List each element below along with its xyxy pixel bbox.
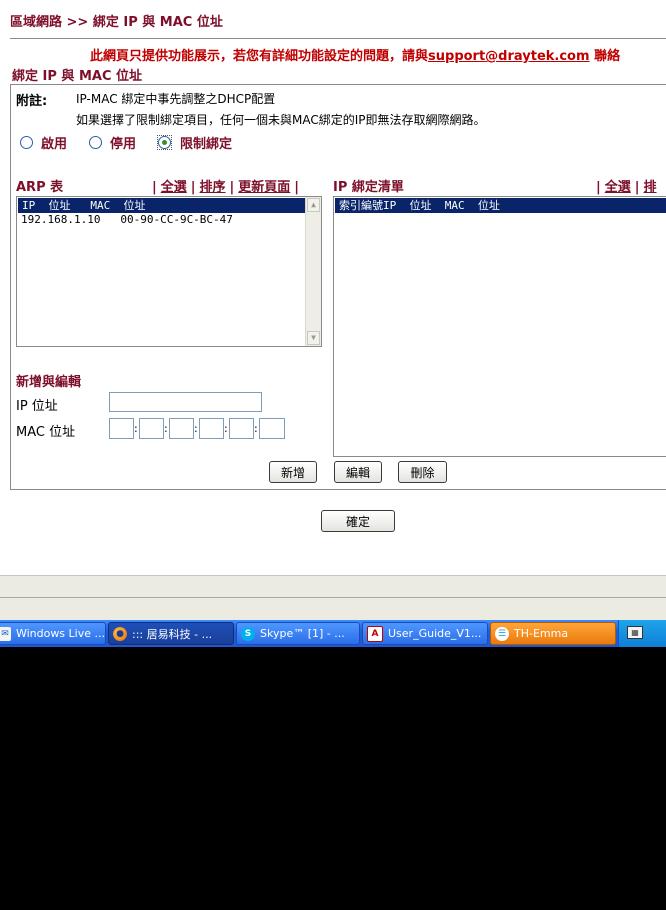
ip-address-label: IP 位址 [16, 399, 58, 414]
radio-circle-icon [89, 135, 102, 149]
browser-status-bar [0, 597, 666, 621]
keyboard-icon[interactable]: ▦ [627, 626, 643, 639]
chat-icon: ☰ [495, 626, 509, 641]
notice-suffix: 聯絡 [589, 49, 621, 64]
mac-separator: : [194, 422, 198, 435]
radio-disable-label: 停用 [110, 136, 137, 152]
browser-bottom-area [0, 575, 666, 598]
taskbar-item-windows-live[interactable]: ✉ Windows Live ... [0, 622, 106, 645]
taskbar-item-label: Skype™ [1] - ... [260, 627, 345, 640]
mac-octet-1-input[interactable] [109, 418, 134, 439]
windows-taskbar: ✉ Windows Live ... ● ::: 居易科技 - ... S Sk… [0, 620, 666, 647]
add-button[interactable]: 新增 [269, 461, 317, 483]
binding-list-links: | 全選 | 排 [596, 180, 657, 195]
divider [10, 38, 666, 39]
mac-separator: : [164, 422, 168, 435]
binding-listbox[interactable]: 索引編號IP 位址 MAC 位址 [333, 196, 666, 457]
binding-list-title: IP 綁定清單 [333, 180, 404, 195]
taskbar-item-th-emma[interactable]: ☰ TH-Emma [490, 622, 616, 645]
arp-scrollbar[interactable]: ▲ ▼ [305, 197, 321, 346]
note-line-1: IP-MAC 綁定中事先調整之DHCP配置 [76, 92, 276, 106]
arp-sort-link[interactable]: 排序 [200, 180, 226, 195]
scroll-down-arrow-icon[interactable]: ▼ [307, 331, 320, 345]
mac-separator: : [134, 422, 138, 435]
arp-select-all-link[interactable]: 全選 [161, 180, 187, 195]
pdf-icon: A [367, 625, 383, 642]
taskbar-item-skype[interactable]: S Skype™ [1] - ... [236, 622, 360, 645]
mac-octet-5-input[interactable] [229, 418, 254, 439]
scroll-up-arrow-icon[interactable]: ▲ [307, 198, 320, 212]
mac-octet-2-input[interactable] [139, 418, 164, 439]
add-edit-title: 新增與編輯 [16, 375, 82, 390]
focus-ring [157, 134, 172, 150]
radio-disable[interactable]: 停用 [89, 134, 137, 152]
radio-strict-bind[interactable]: 限制綁定 [157, 134, 233, 152]
mac-separator: : [254, 422, 258, 435]
system-tray: ▦ [618, 620, 666, 647]
binding-sort-link[interactable]: 排 [644, 180, 657, 195]
taskbar-item-label: User_Guide_V1... [388, 627, 482, 640]
windows-live-icon: ✉ [0, 626, 11, 641]
mac-address-label: MAC 位址 [16, 425, 76, 440]
mac-octet-4-input[interactable] [199, 418, 224, 439]
taskbar-item-user-guide[interactable]: A User_Guide_V1... [362, 622, 488, 645]
radio-circle-icon [20, 135, 33, 149]
arp-table-title: ARP 表 [16, 180, 64, 195]
taskbar-item-label: TH-Emma [514, 627, 569, 640]
binding-select-all-link[interactable]: 全選 [605, 180, 631, 195]
note-label: 附註: [16, 94, 48, 109]
radio-strict-bind-label: 限制綁定 [180, 136, 233, 152]
notice-text: 此網頁只提供功能展示，若您有詳細功能設定的問題，請與 [90, 49, 429, 64]
taskbar-item-firefox[interactable]: ● ::: 居易科技 - ... [108, 622, 234, 645]
skype-icon: S [241, 626, 255, 641]
ip-address-input[interactable] [109, 392, 262, 412]
edit-button[interactable]: 編輯 [334, 461, 382, 483]
arp-list-row[interactable]: 192.168.1.10 00-90-CC-9C-BC-47 [17, 213, 321, 227]
arp-list-header[interactable]: IP 位址 MAC 位址 [18, 198, 305, 213]
note-line-2: 如果選擇了限制綁定項目，任何一個未與MAC綁定的IP即無法存取網際網路。 [76, 113, 486, 127]
radio-enable-label: 啟用 [41, 136, 68, 152]
breadcrumb: 區域網路 >> 綁定 IP 與 MAC 位址 [10, 15, 223, 30]
radio-enable[interactable]: 啟用 [20, 134, 68, 152]
firefox-icon: ● [113, 626, 127, 641]
arp-table-links: | 全選 | 排序 | 更新頁面 | [152, 180, 300, 195]
section-title: 綁定 IP 與 MAC 位址 [12, 69, 143, 84]
router-config-page: 區域網路 >> 綁定 IP 與 MAC 位址 此網頁只提供功能展示，若您有詳細功… [0, 0, 666, 575]
ok-button[interactable]: 確定 [321, 510, 395, 532]
delete-button[interactable]: 刪除 [398, 461, 447, 483]
taskbar-item-label: Windows Live ... [15, 627, 105, 640]
radio-selected-icon [158, 135, 171, 149]
mac-separator: : [224, 422, 228, 435]
arp-refresh-link[interactable]: 更新頁面 [238, 180, 290, 195]
support-email-link[interactable]: support@draytek.com [428, 49, 590, 64]
binding-list-header[interactable]: 索引編號IP 位址 MAC 位址 [335, 198, 666, 213]
taskbar-item-label: ::: 居易科技 - ... [132, 627, 213, 641]
arp-table-listbox[interactable]: IP 位址 MAC 位址 192.168.1.10 00-90-CC-9C-BC… [16, 196, 322, 347]
demo-notice: 此網頁只提供功能展示，若您有詳細功能設定的問題，請與support@drayte… [90, 45, 620, 64]
mac-octet-6-input[interactable] [259, 418, 285, 439]
mac-octet-3-input[interactable] [169, 418, 194, 439]
